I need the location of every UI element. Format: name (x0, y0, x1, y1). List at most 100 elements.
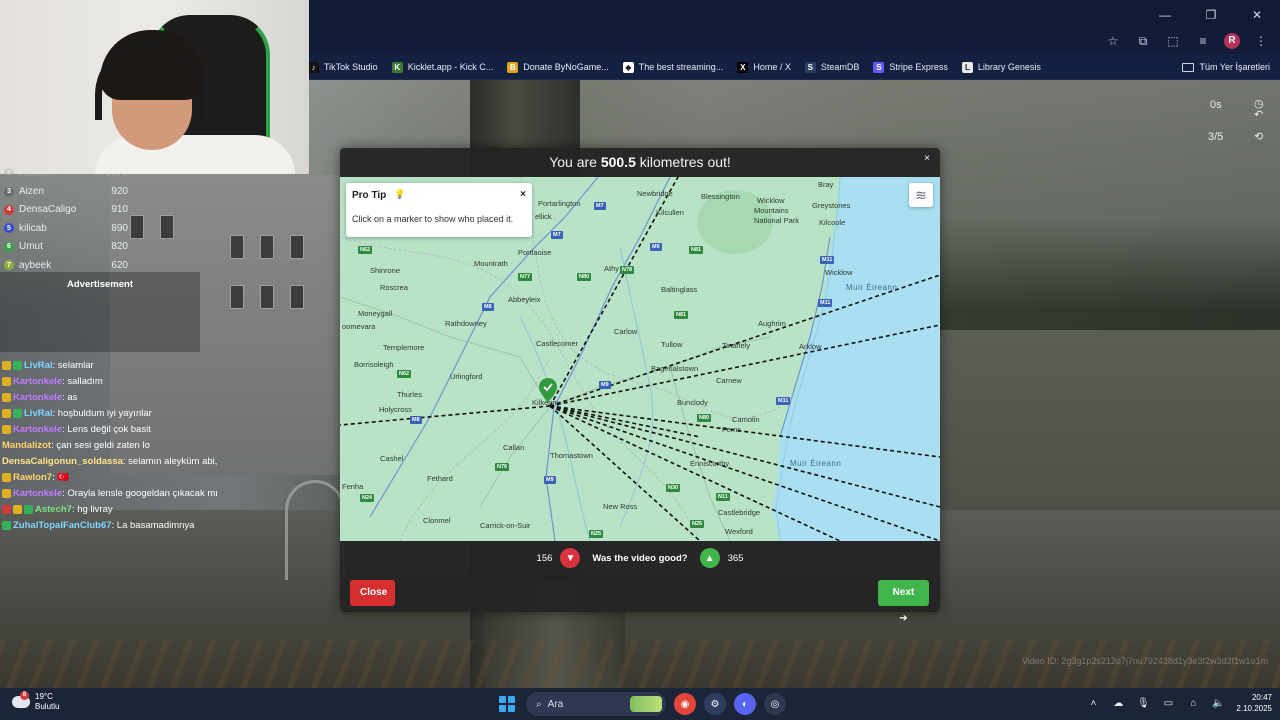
bookmark-label: Home / X (753, 62, 791, 72)
place-label: Holycross (379, 405, 412, 414)
road-shield: M9 (544, 476, 556, 484)
chat-username[interactable]: Kartonkele (13, 488, 62, 499)
obs-icon[interactable]: ◎ (764, 693, 786, 715)
thumbs-down-icon[interactable]: ▼ (560, 548, 581, 568)
national-road (479, 406, 551, 508)
chat-username[interactable]: Kartonkele (13, 424, 62, 435)
weather-widget[interactable]: 8 19°C Bulutlu (12, 691, 59, 712)
extensions-icon[interactable]: ⬚ (1164, 34, 1182, 48)
thumbs-up-icon[interactable]: ▲ (699, 548, 720, 568)
place-label: Arklow (799, 342, 822, 351)
bookmark-item[interactable]: S Stripe Express (873, 61, 948, 73)
chat-badge-icon (2, 408, 11, 418)
discord-icon[interactable]: ◐ (734, 693, 756, 715)
correct-location-marker[interactable] (539, 378, 557, 402)
place-label: Wexford (725, 527, 753, 536)
layers-icon: ≋ (915, 186, 927, 203)
chat-message: DensaCaligonun_soldassa: selamın aleyküm… (2, 453, 242, 469)
chat-username[interactable]: Kartonkele (13, 376, 62, 387)
place-label: oomevara (342, 322, 376, 331)
chat-username[interactable]: Astech7 (35, 504, 72, 515)
chat-username[interactable]: LivRai (24, 408, 53, 419)
bookmark-item[interactable]: S SteamDB (804, 61, 859, 73)
leaderboard-row: 6 Umut 820 (4, 238, 128, 256)
place-label: Portlaoise (518, 248, 552, 257)
next-label: Next (892, 587, 915, 598)
chat-badge-icon (2, 376, 11, 386)
video-id-watermark: Video ID: 2g3g1p2s212o7j7nu792438d1y3e3f… (1021, 656, 1268, 666)
restore-icon[interactable]: ❐ (1188, 0, 1234, 30)
road-shield: M11 (818, 299, 833, 307)
chat-text: : La basamadimnya (111, 519, 195, 531)
road-shield: N30 (666, 484, 681, 492)
profile-avatar[interactable]: R (1224, 33, 1240, 49)
place-label: National Park (754, 216, 800, 225)
undo-icon[interactable]: ↶ (1254, 108, 1263, 121)
leaderboard-row: 5 kilicab 890 (4, 219, 128, 237)
bookmark-list: ♪ TikTok Studio K Kicklet.app - Kick C... B D… (308, 54, 1041, 80)
taskbar-search[interactable]: ⌕ Ara (526, 692, 666, 716)
translate-icon[interactable]: ⧉ (1134, 34, 1152, 49)
search-highlight-art (630, 696, 662, 712)
microphone-icon[interactable]: 🎙 (1136, 698, 1150, 709)
rank-badge: 3 (4, 186, 14, 197)
place-label: Thurles (397, 390, 423, 399)
chat-username[interactable]: Rawlon7 (13, 472, 52, 483)
map-layers-button[interactable]: ≋ (909, 183, 933, 207)
chat-username[interactable]: DensaCaligonun_soldassa (2, 456, 123, 467)
pro-tip-close-icon[interactable]: × (520, 189, 526, 200)
arrow-right-icon: ➔ (899, 613, 908, 624)
windows-start-icon[interactable] (496, 693, 518, 715)
place-label: Newbridge (637, 189, 673, 198)
close-button[interactable]: Close (350, 580, 395, 606)
chat-log: LivRai: selamlar Kartonkele: salladım Kart… (2, 357, 242, 533)
chat-username[interactable]: Kartonkele (13, 392, 62, 403)
menu-kebab-icon[interactable]: ⋮ (1252, 34, 1270, 48)
place-label: Enniscorthy (690, 459, 730, 468)
chat-username[interactable]: Mandalizot (2, 440, 51, 451)
place-label: Carnew (716, 376, 742, 385)
chat-username[interactable]: ZuhalTopalFanClub67 (13, 520, 112, 531)
bookmark-item[interactable]: K Kicklet.app - Kick C... (391, 61, 493, 73)
chat-text: : hoşbuldum iyi yayınlar (52, 407, 152, 419)
bookmark-item[interactable]: ♪ TikTok Studio (308, 61, 378, 73)
place-label: Moneygall (358, 309, 393, 318)
place-label: Castlebridge (718, 508, 761, 517)
next-button[interactable]: Next ➔ (878, 580, 929, 624)
chat-badge-icon (2, 488, 11, 498)
volume-icon[interactable]: 🔈 (1211, 698, 1225, 709)
cloud-sync-icon[interactable]: ☁ (1111, 698, 1125, 709)
weather-text: 19°C Bulutlu (35, 692, 59, 712)
chat-username[interactable]: LivRai (24, 360, 53, 371)
all-bookmarks-label: Tüm Yer İşaretleri (1199, 62, 1270, 72)
leaderboard-row: 3 Aizen 920 (4, 182, 128, 200)
chrome-icon[interactable]: ◉ (674, 693, 696, 715)
county-border (399, 356, 551, 541)
display-icon[interactable]: ▭ (1161, 698, 1175, 709)
bookmark-item[interactable]: B Donate ByNoGame... (507, 61, 609, 73)
title-prefix: You are (549, 154, 601, 170)
timer-text: 0s (1210, 99, 1222, 111)
chevron-up-icon[interactable]: ˄ (1086, 698, 1100, 709)
weather-desc: Bulutlu (35, 702, 60, 711)
search-icon: ⌕ (536, 698, 542, 710)
tiktok-icon: ♪ (308, 61, 319, 73)
bookmark-item[interactable]: ◆ The best streaming... (622, 61, 723, 73)
close-window-icon[interactable]: ✕ (1234, 0, 1280, 30)
system-clock[interactable]: 20:47 2.10.2025 (1236, 692, 1272, 714)
steam-icon[interactable]: ⚙ (704, 693, 726, 715)
bookmark-star-icon[interactable]: ☆ (1104, 34, 1122, 48)
title-suffix: kilometres out! (635, 154, 731, 170)
chat-badge-icon (24, 504, 33, 514)
network-icon[interactable]: ⌂ (1186, 698, 1200, 709)
bookmark-item[interactable]: L Library Genesis (961, 61, 1041, 73)
all-bookmarks[interactable]: Tüm Yer İşaretleri (1182, 54, 1270, 80)
bookmark-item[interactable]: X Home / X (737, 61, 791, 73)
road-shield: M9 (599, 381, 611, 389)
road-shield: N78 (620, 266, 635, 274)
result-map[interactable]: Portarlington Newbridge Blessington Bray Wic… (340, 177, 940, 541)
modal-close-icon[interactable]: × (924, 153, 930, 164)
reset-icon[interactable]: ⟲ (1254, 130, 1263, 143)
minimize-icon[interactable]: — (1142, 0, 1188, 30)
media-icon[interactable]: ≡ (1194, 34, 1212, 48)
